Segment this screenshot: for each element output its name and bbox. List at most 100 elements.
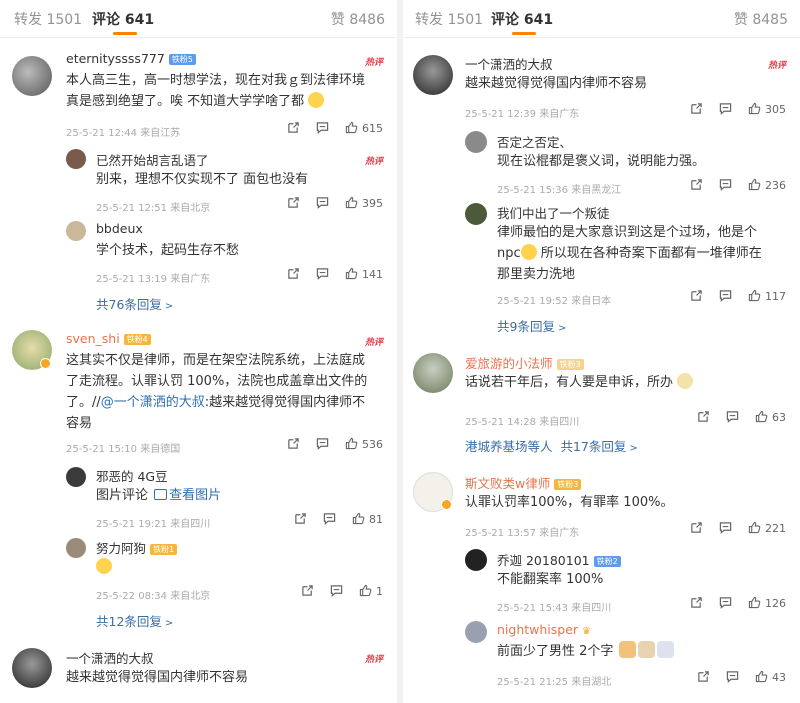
comment-icon[interactable]: [330, 584, 343, 597]
comment-username[interactable]: nightwhisper ♛: [497, 622, 591, 637]
tab-bar: 转发 1501 评论 641 赞 8485: [403, 0, 800, 38]
avatar[interactable]: [12, 648, 52, 688]
share-icon[interactable]: [697, 670, 710, 683]
avatar[interactable]: [465, 131, 487, 153]
comment-icon[interactable]: [316, 267, 329, 280]
share-icon[interactable]: [287, 121, 300, 134]
comment-username[interactable]: 努力阿狗 铁粉1: [96, 538, 178, 557]
verified-badge-icon: [441, 499, 452, 510]
share-icon[interactable]: [690, 178, 703, 191]
avatar[interactable]: [66, 221, 86, 241]
avatar[interactable]: [66, 538, 86, 558]
avatar[interactable]: [465, 621, 487, 643]
like-icon[interactable]: [755, 670, 768, 683]
avatar[interactable]: [12, 56, 52, 96]
like-icon[interactable]: [345, 121, 358, 134]
comment-username[interactable]: bbdeux: [96, 221, 143, 236]
share-icon[interactable]: [697, 410, 710, 423]
like-icon[interactable]: [359, 584, 372, 597]
comment-meta: 25-5-21 12:44 来自江苏: [66, 128, 181, 139]
comment-icon[interactable]: [719, 521, 732, 534]
like-icon[interactable]: [755, 410, 768, 423]
comment-username[interactable]: sven_shi 铁粉4: [66, 331, 151, 346]
tab-likes[interactable]: 赞 8485: [734, 9, 788, 29]
more-replies-link[interactable]: 共76条回复 >: [96, 294, 173, 313]
comment-text: 越来越觉得觉得国内律师不容易: [66, 670, 249, 685]
comment-meta: 25-5-21 13:57 来自广东: [465, 528, 580, 539]
share-icon[interactable]: [294, 512, 307, 525]
like-icon[interactable]: [748, 102, 761, 115]
comment-icon[interactable]: [726, 670, 739, 683]
avatar[interactable]: [413, 353, 453, 393]
hot-comment-badge: 热评: [364, 157, 383, 167]
share-icon[interactable]: [690, 596, 703, 609]
comment-username[interactable]: 爱旅游的小法师 铁粉3: [465, 353, 584, 372]
avatar[interactable]: [66, 467, 86, 487]
like-count: 221: [765, 522, 786, 535]
comment-icon[interactable]: [316, 121, 329, 134]
like-count: 236: [765, 179, 786, 192]
comment-text: 图片评论 查看图片: [96, 488, 222, 503]
comment-icon[interactable]: [719, 178, 732, 191]
tab-likes[interactable]: 赞 8486: [331, 9, 385, 29]
avatar[interactable]: [66, 149, 86, 169]
fan-level-badge: 铁粉4: [123, 334, 151, 345]
comment-username[interactable]: 一个潇洒的大叔: [465, 54, 553, 73]
share-icon[interactable]: [690, 289, 703, 302]
comment-meta: 25-5-22 08:34 来自北京: [96, 591, 211, 602]
like-icon[interactable]: [748, 596, 761, 609]
comment-icon[interactable]: [719, 289, 732, 302]
share-icon[interactable]: [287, 437, 300, 450]
tab-comments[interactable]: 评论 641: [92, 9, 154, 29]
tab-repost[interactable]: 转发 1501: [415, 9, 483, 29]
avatar[interactable]: [465, 549, 487, 571]
like-icon[interactable]: [345, 196, 358, 209]
avatar[interactable]: [465, 203, 487, 225]
share-icon[interactable]: [287, 267, 300, 280]
tab-comments[interactable]: 评论 641: [491, 9, 553, 29]
share-icon[interactable]: [690, 102, 703, 115]
comment-username[interactable]: 已然开始胡言乱语了: [96, 150, 209, 169]
comment-text: 这其实不仅是律师，而是在架空法院系统，上法庭成 了走流程。认罪认罚 100%，法…: [66, 353, 368, 431]
like-icon[interactable]: [748, 521, 761, 534]
like-count: 43: [772, 671, 786, 684]
more-replies-link[interactable]: 共9条回复 >: [497, 316, 566, 335]
like-icon[interactable]: [345, 437, 358, 450]
comment-username[interactable]: 邪恶的 4G豆: [96, 466, 168, 485]
share-icon[interactable]: [690, 521, 703, 534]
comment-text: 不能翻案率 100%: [497, 572, 604, 587]
tab-repost[interactable]: 转发 1501: [14, 9, 82, 29]
comment-actions: 221: [674, 521, 786, 535]
like-icon[interactable]: [748, 178, 761, 191]
comment-text: [96, 557, 112, 578]
share-icon[interactable]: [287, 196, 300, 209]
comment-username[interactable]: 斯文败类w律师 铁粉3: [465, 473, 582, 492]
more-replies-link[interactable]: 共12条回复 >: [96, 611, 173, 630]
more-replies-link[interactable]: 港城养基场等人 共17条回复 >: [465, 436, 638, 455]
comment-icon[interactable]: [323, 512, 336, 525]
comment-username[interactable]: 乔迦 20180101 铁粉2: [497, 550, 621, 569]
comment-icon[interactable]: [719, 596, 732, 609]
comment-actions: 395: [271, 196, 383, 210]
comment-username[interactable]: 我们中出了一个叛徒: [497, 203, 610, 222]
emoji-icon: [96, 558, 112, 574]
like-icon[interactable]: [748, 289, 761, 302]
comment-username[interactable]: 一个潇洒的大叔: [66, 648, 154, 667]
share-icon[interactable]: [301, 584, 314, 597]
like-count: 63: [772, 411, 786, 424]
comment-actions: 1: [285, 584, 383, 598]
comment-icon[interactable]: [316, 437, 329, 450]
like-icon[interactable]: [345, 267, 358, 280]
comment-username[interactable]: eternityssss777 铁粉5: [66, 51, 196, 66]
fan-level-badge: 铁粉2: [593, 556, 621, 567]
view-image-link[interactable]: 查看图片: [169, 488, 221, 503]
comment-icon[interactable]: [719, 102, 732, 115]
comment-actions: 117: [674, 289, 786, 303]
mention-link[interactable]: @一个潇洒的大叔: [101, 395, 205, 410]
emoji-icon: [677, 373, 694, 389]
comment-icon[interactable]: [726, 410, 739, 423]
comment-icon[interactable]: [316, 196, 329, 209]
like-icon[interactable]: [352, 512, 365, 525]
avatar[interactable]: [413, 55, 453, 95]
comment-username[interactable]: 否定之否定、: [497, 132, 572, 151]
